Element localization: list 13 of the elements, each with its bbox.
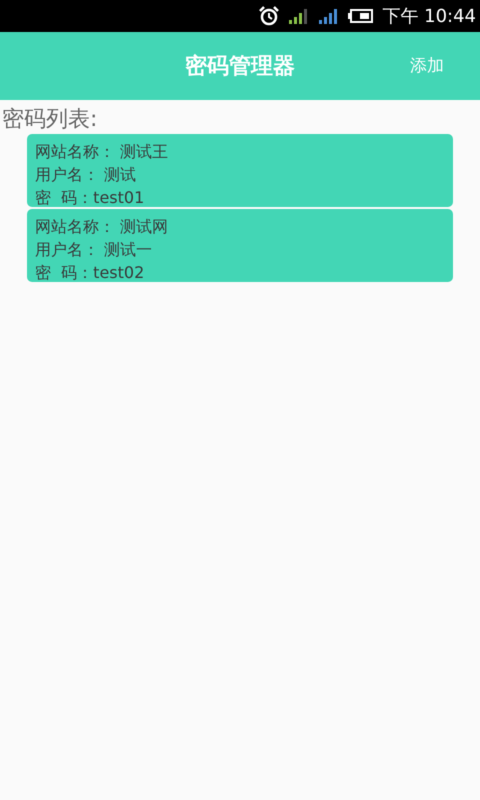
site-name-text: 网站名称： 测试王 — [35, 141, 168, 163]
password-card[interactable]: 网站名称： 测试王 用户名： 测试 密 码：test01 — [27, 134, 453, 207]
alarm-clock-icon — [258, 5, 280, 27]
status-time: 下午 10:44 — [382, 5, 476, 28]
list-title: 密码列表: — [1, 106, 98, 134]
password-text: 密 码：test02 — [35, 262, 144, 284]
password-card[interactable]: 网站名称： 测试网 用户名： 测试一 密 码：test02 — [27, 209, 453, 282]
password-text: 密 码：test01 — [35, 187, 144, 209]
username-text: 用户名： 测试一 — [35, 239, 152, 261]
battery-icon — [348, 8, 374, 24]
app-title: 密码管理器 — [185, 52, 295, 81]
site-name-text: 网站名称： 测试网 — [35, 216, 168, 238]
username-text: 用户名： 测试 — [35, 164, 136, 186]
